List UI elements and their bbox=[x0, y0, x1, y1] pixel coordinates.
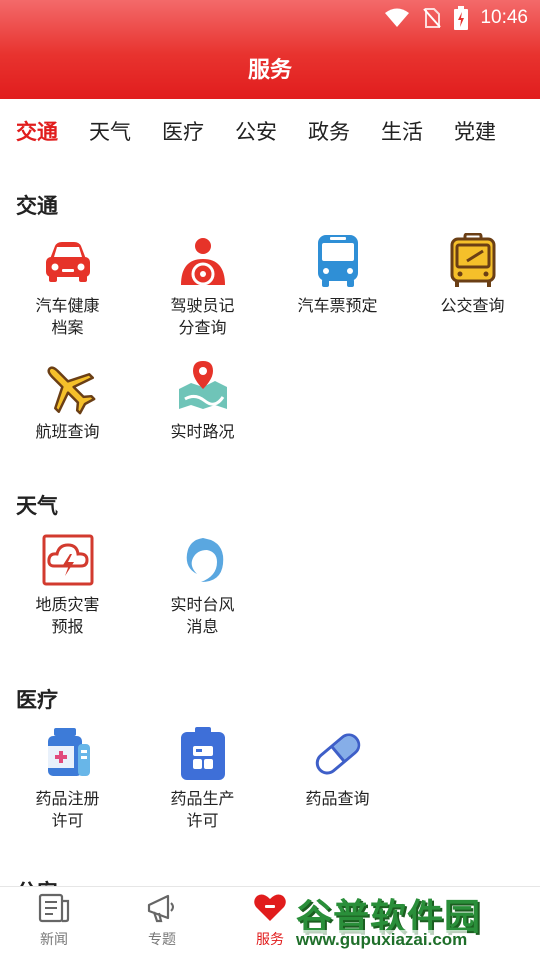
map-pin-icon bbox=[178, 361, 227, 409]
typhoon-icon bbox=[186, 538, 223, 582]
watermark-logo: 谷普软件园 www.gupuxiazai.com bbox=[296, 888, 540, 960]
service-flight-query[interactable]: 航班查询 bbox=[0, 359, 135, 443]
section-title-traffic: 交通 bbox=[16, 194, 58, 218]
tab-party[interactable]: 党建 bbox=[454, 116, 527, 146]
tab-traffic[interactable]: 交通 bbox=[16, 116, 89, 146]
service-bus-query[interactable]: 公交查询 bbox=[405, 233, 540, 317]
section-title-weather: 天气 bbox=[16, 494, 58, 518]
section-title-medical: 医疗 bbox=[16, 688, 58, 712]
car-icon bbox=[45, 242, 90, 282]
section-title-police: 公安 bbox=[16, 876, 58, 886]
nav-topics[interactable]: 专题 bbox=[117, 893, 207, 949]
tab-government[interactable]: 政务 bbox=[308, 116, 381, 146]
service-driver-points[interactable]: 驾驶员记 分查询 bbox=[135, 233, 270, 339]
service-typhoon[interactable]: 实时台风 消息 bbox=[135, 532, 270, 638]
clipboard-icon bbox=[180, 727, 225, 780]
service-car-health[interactable]: 汽车健康 档案 bbox=[0, 233, 135, 339]
tab-life[interactable]: 生活 bbox=[381, 116, 454, 146]
status-bar: 10:46 bbox=[0, 0, 540, 36]
service-geo-disaster[interactable]: 地质灾害 预报 bbox=[0, 532, 135, 638]
service-label: 药品生产 许可 bbox=[170, 789, 235, 830]
driver-icon bbox=[180, 238, 225, 286]
wifi-icon bbox=[385, 8, 410, 27]
service-drug-registration[interactable]: 药品注册 许可 bbox=[0, 726, 135, 832]
service-live-traffic[interactable]: 实时路况 bbox=[135, 359, 270, 443]
status-time: 10:46 bbox=[480, 7, 528, 28]
nav-label: 专题 bbox=[148, 932, 176, 948]
watermark-url: www.gupuxiazai.com bbox=[296, 930, 468, 950]
bus-front-icon bbox=[450, 233, 495, 287]
page-title: 服务 bbox=[247, 58, 292, 83]
service-bus-ticket[interactable]: 汽车票预定 bbox=[270, 233, 405, 317]
megaphone-icon bbox=[147, 894, 174, 923]
service-drug-query[interactable]: 药品查询 bbox=[270, 726, 405, 810]
heart-icon bbox=[254, 894, 286, 921]
service-label: 实时台风 消息 bbox=[170, 595, 235, 636]
service-drug-production[interactable]: 药品生产 许可 bbox=[135, 726, 270, 832]
bus-icon bbox=[317, 235, 358, 287]
service-label: 药品注册 许可 bbox=[35, 789, 100, 830]
service-label: 汽车票预定 bbox=[297, 296, 378, 315]
battery-charging-icon bbox=[454, 6, 469, 30]
news-icon bbox=[38, 893, 70, 923]
airplane-icon bbox=[46, 366, 95, 415]
medicine-bottle-icon bbox=[47, 728, 90, 776]
category-tabs: 交通 天气 医疗 公安 政务 生活 党建 bbox=[0, 99, 540, 163]
service-label: 公交查询 bbox=[440, 296, 505, 315]
service-label: 地质灾害 预报 bbox=[35, 595, 100, 636]
tab-police[interactable]: 公安 bbox=[235, 116, 308, 146]
service-label: 航班查询 bbox=[35, 422, 100, 441]
service-label: 实时路况 bbox=[170, 422, 235, 441]
no-sim-icon bbox=[423, 8, 442, 28]
storm-warning-icon bbox=[42, 534, 93, 586]
tab-weather[interactable]: 天气 bbox=[89, 116, 162, 146]
service-label: 汽车健康 档案 bbox=[35, 296, 100, 337]
service-label: 驾驶员记 分查询 bbox=[170, 296, 235, 337]
service-label: 药品查询 bbox=[305, 789, 370, 808]
pill-icon bbox=[315, 733, 360, 775]
nav-label: 新闻 bbox=[40, 932, 68, 948]
header-bar: 10:46 服务 bbox=[0, 0, 540, 99]
nav-news[interactable]: 新闻 bbox=[9, 893, 99, 949]
tab-medical[interactable]: 医疗 bbox=[162, 116, 235, 146]
